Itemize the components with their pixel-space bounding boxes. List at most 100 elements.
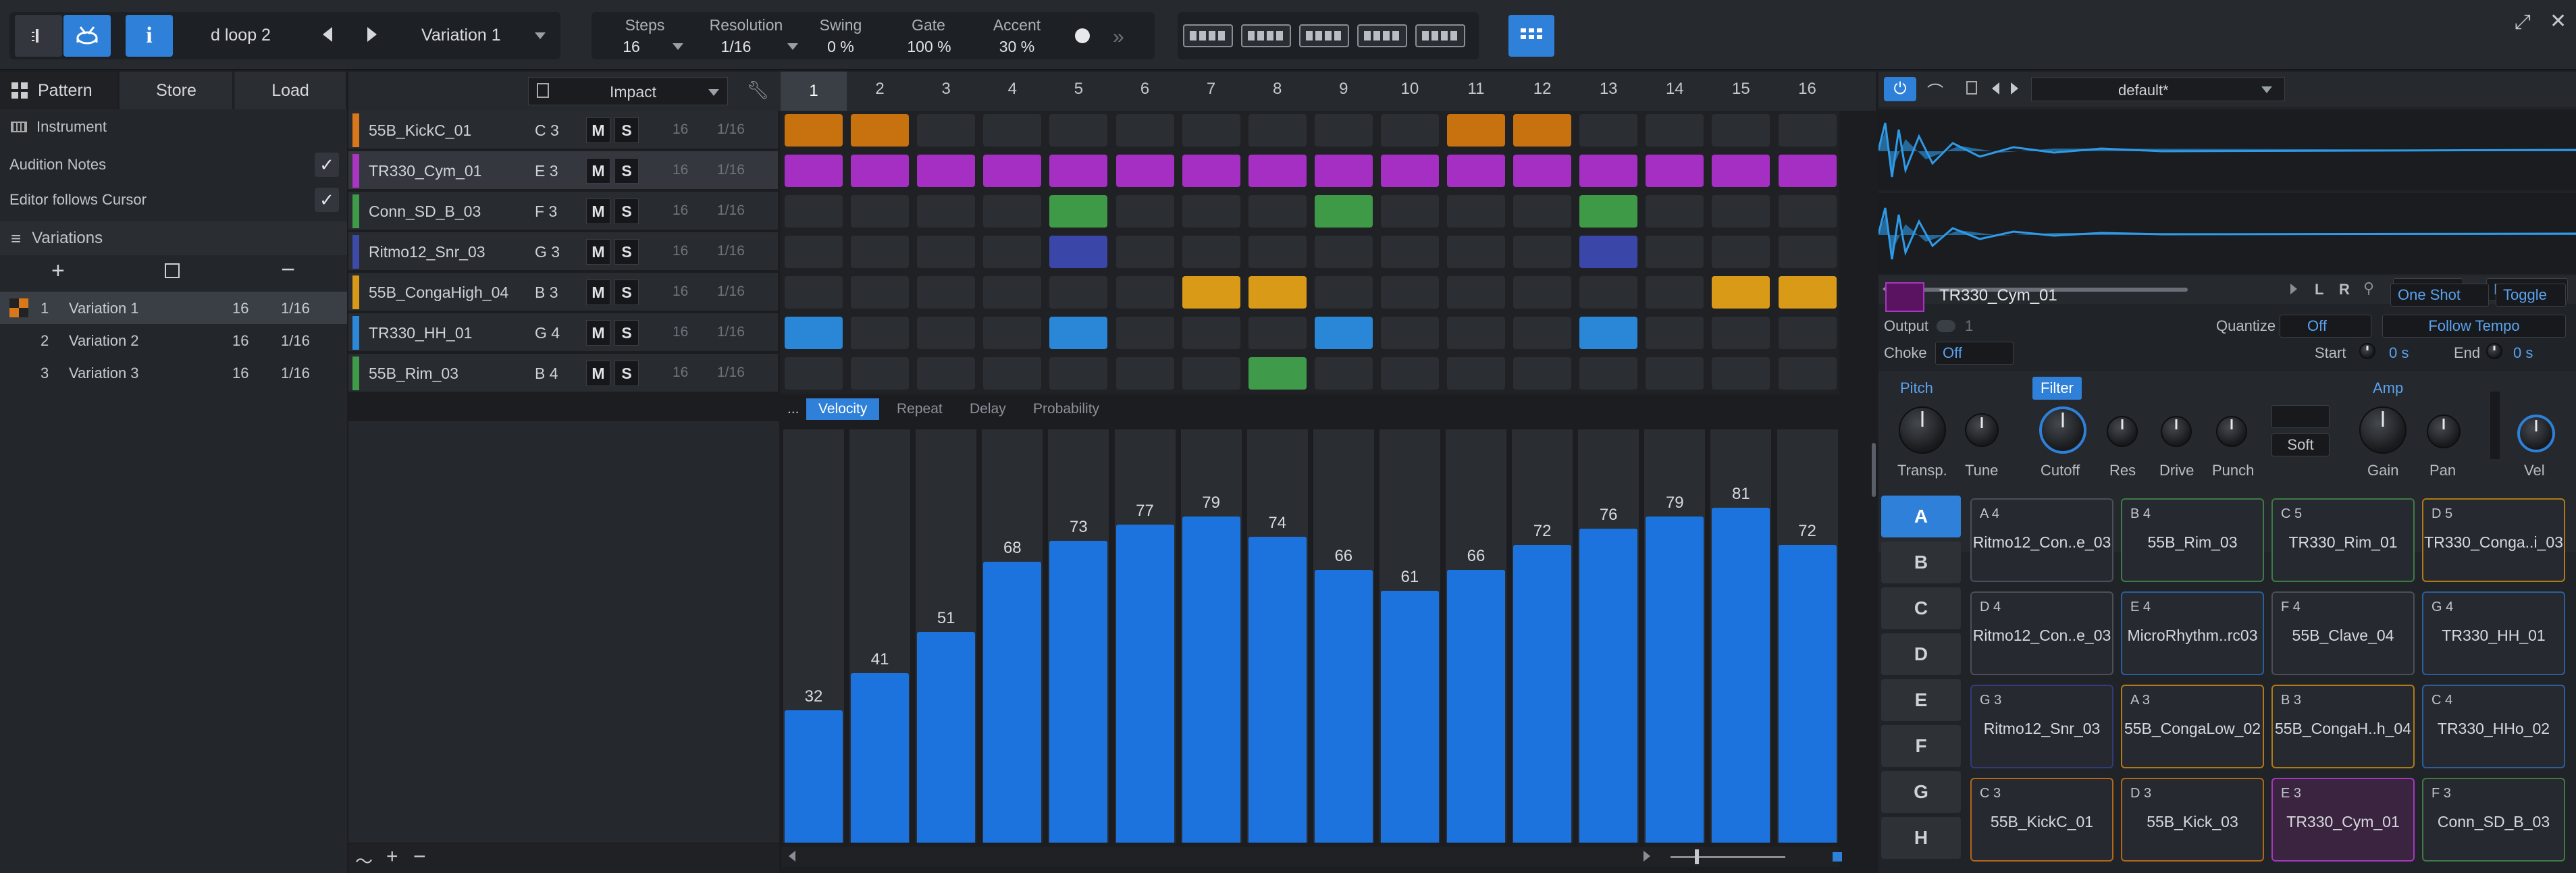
step-cell[interactable] <box>1712 195 1770 228</box>
sample-pad[interactable]: A 3 55B_CongaLow_02 <box>2121 685 2264 768</box>
step-cell-active[interactable] <box>1579 236 1638 268</box>
instrument-color-swatch[interactable] <box>352 275 359 309</box>
step-cell[interactable] <box>1115 276 1174 309</box>
sample-color-swatch[interactable] <box>1885 282 1924 312</box>
bank-button[interactable]: B <box>1881 541 1961 583</box>
tab-delay[interactable]: Delay <box>957 398 1018 420</box>
instrument-length[interactable]: 16 <box>673 243 688 259</box>
step-cell[interactable] <box>1778 357 1837 390</box>
audition-notes-checkbox[interactable]: ✓ <box>315 153 339 177</box>
velocity-bar[interactable] <box>917 631 976 843</box>
chevron-down-icon[interactable] <box>787 43 798 50</box>
step-cell[interactable] <box>1778 114 1837 147</box>
step-number[interactable]: 1 <box>781 72 847 111</box>
instrument-row[interactable]: TR330_HH_01 G 4 M S 16 1/16 <box>348 313 778 352</box>
sample-pad[interactable]: B 3 55B_CongaH..h_04 <box>2271 685 2415 768</box>
zoom-handle[interactable] <box>1695 849 1699 864</box>
mode-button-3[interactable] <box>1299 24 1349 47</box>
step-cell[interactable] <box>851 317 910 349</box>
sample-pad[interactable]: F 4 55B_Clave_04 <box>2271 591 2415 675</box>
expand-icon[interactable]: ⤢ <box>2515 11 2531 34</box>
vel-knob[interactable] <box>2517 415 2555 452</box>
chevron-down-icon[interactable] <box>2261 86 2272 93</box>
step-cell[interactable] <box>983 357 1042 390</box>
step-cell-active[interactable] <box>1646 155 1704 187</box>
step-number[interactable]: 12 <box>1509 80 1575 99</box>
start-knob[interactable] <box>2359 343 2375 359</box>
waveform-left[interactable] <box>1877 109 2576 190</box>
step-cell[interactable] <box>1380 357 1439 390</box>
step-cell[interactable] <box>1579 357 1638 390</box>
velocity-bar[interactable] <box>983 561 1042 843</box>
tab-store[interactable]: Store <box>120 72 234 109</box>
sample-pad[interactable]: G 4 TR330_HH_01 <box>2422 591 2565 675</box>
velocity-bar[interactable] <box>1579 528 1638 843</box>
step-cell-active[interactable] <box>1712 276 1770 309</box>
velocity-bar[interactable] <box>1513 545 1572 843</box>
remove-variation-icon[interactable]: − <box>281 255 295 284</box>
scroll-right-icon[interactable] <box>1644 851 1650 862</box>
sample-pad[interactable]: C 5 TR330_Rim_01 <box>2271 498 2415 582</box>
instrument-row[interactable]: 55B_Rim_03 B 4 M S 16 1/16 <box>348 354 778 393</box>
step-number[interactable]: 2 <box>847 80 913 99</box>
step-cell[interactable] <box>1182 114 1240 147</box>
bank-button[interactable]: G <box>1881 771 1961 813</box>
mute-button[interactable]: M <box>586 158 610 184</box>
right-channel-label[interactable]: R <box>2339 281 2350 298</box>
step-cell-active[interactable] <box>1115 155 1174 187</box>
step-cell[interactable] <box>1646 236 1704 268</box>
step-cell[interactable] <box>1314 114 1373 147</box>
mode-button-2[interactable] <box>1241 24 1291 47</box>
step-cell[interactable] <box>1447 357 1505 390</box>
mute-button[interactable]: M <box>586 239 610 265</box>
velocity-bar[interactable] <box>1115 524 1174 843</box>
wrench-icon[interactable]: 🔧︎ <box>747 80 769 101</box>
instrument-row[interactable]: 55B_KickC_01 C 3 M S 16 1/16 <box>348 111 778 150</box>
forward-chevrons-icon[interactable]: » <box>1113 26 1124 49</box>
step-cell[interactable] <box>917 276 976 309</box>
instrument-resolution[interactable]: 1/16 <box>717 243 745 259</box>
step-cell[interactable] <box>983 195 1042 228</box>
steps-value[interactable]: 16 <box>594 38 668 56</box>
velocity-bar[interactable] <box>1646 516 1704 843</box>
prev-preset-icon[interactable] <box>1992 82 1999 95</box>
sample-pad[interactable]: E 4 MicroRhythm..rc03 <box>2121 591 2264 675</box>
step-cell-active[interactable] <box>1447 155 1505 187</box>
sample-pad[interactable]: A 4 Ritmo12_Con..e_03 <box>1970 498 2113 582</box>
step-cell[interactable] <box>851 195 910 228</box>
variations-header[interactable]: ≡ Variations <box>0 221 347 255</box>
add-icon[interactable]: + <box>386 845 398 868</box>
step-number[interactable]: 4 <box>979 80 1045 99</box>
step-cell-active[interactable] <box>851 114 910 147</box>
step-number[interactable]: 15 <box>1708 80 1774 99</box>
velocity-bar[interactable] <box>1314 570 1373 843</box>
step-cell[interactable] <box>1447 236 1505 268</box>
step-cell[interactable] <box>1049 276 1108 309</box>
step-cell-active[interactable] <box>785 114 843 147</box>
step-cell-active[interactable] <box>1248 155 1307 187</box>
tab-velocity[interactable]: Velocity <box>806 398 880 420</box>
instrument-length[interactable]: 16 <box>673 324 688 340</box>
scroll-left-icon[interactable] <box>789 851 795 862</box>
variation-row[interactable]: 3 Variation 3 16 1/16 <box>0 356 347 389</box>
step-cell-active[interactable] <box>1182 155 1240 187</box>
velocity-scrollbar[interactable] <box>782 847 1842 867</box>
step-cell[interactable] <box>1380 236 1439 268</box>
step-cell[interactable] <box>1380 317 1439 349</box>
close-icon[interactable]: ✕ <box>2550 9 2567 33</box>
mute-button[interactable]: M <box>586 361 610 386</box>
swing-value[interactable]: 0 % <box>810 38 871 56</box>
velocity-bar[interactable] <box>1778 545 1837 843</box>
step-cell-active[interactable] <box>1248 357 1307 390</box>
instrument-row[interactable]: 55B_CongaHigh_04 B 3 M S 16 1/16 <box>348 273 778 312</box>
sample-pad[interactable]: E 3 TR330_Cym_01 <box>2271 778 2415 862</box>
drum-instrument-button[interactable] <box>63 15 111 57</box>
tab-probability[interactable]: Probability <box>1021 398 1111 420</box>
step-cell[interactable] <box>1778 236 1837 268</box>
next-preset-icon[interactable] <box>2011 82 2018 95</box>
step-cell[interactable] <box>1380 114 1439 147</box>
instrument-resolution[interactable]: 1/16 <box>717 324 745 340</box>
step-cell-active[interactable] <box>1314 317 1373 349</box>
instrument-color-swatch[interactable] <box>352 154 359 188</box>
step-cell[interactable] <box>1115 317 1174 349</box>
